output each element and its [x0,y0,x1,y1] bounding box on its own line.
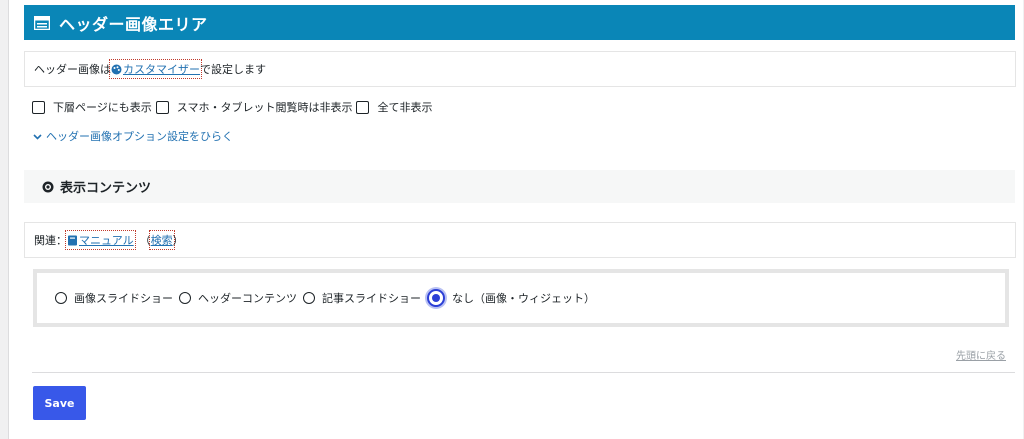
display-options: 下層ページにも表示 スマホ・タブレット閲覧時は非表示 全て非表示 [32,99,436,115]
content-section-header: 表示コンテンツ [24,170,1015,203]
book-icon [68,235,77,245]
related-prefix: 関連： [34,234,67,247]
info-suffix: で設定します [200,63,266,76]
radio-none[interactable]: なし（画像・ウィジェット） [427,289,595,307]
customizer-link[interactable]: カスタマイザー [109,59,202,79]
radio-label: なし（画像・ウィジェット） [452,292,595,305]
content-type-radio-group: 画像スライドショー ヘッダーコンテンツ 記事スライドショー なし（画像・ウィジェ… [33,269,1009,327]
info-prefix: ヘッダー画像は [34,63,111,76]
related-links: 関連： マニュアル （ 検索 ） [24,222,1016,258]
checkbox-hide-all[interactable]: 全て非表示 [356,99,432,115]
palette-icon [111,64,122,74]
checkbox-show-subpages[interactable]: 下層ページにも表示 [32,99,152,115]
save-button[interactable]: Save [33,386,86,420]
radio-button-selected[interactable] [427,289,445,307]
radio-article-slideshow[interactable]: 記事スライドショー [303,290,421,306]
checkbox-label: 全て非表示 [377,101,433,114]
manual-link[interactable]: マニュアル [65,230,136,250]
customizer-info: ヘッダー画像は カスタマイザー で設定します [24,51,1016,87]
radio-label: 画像スライドショー [74,292,173,305]
checkbox-label: スマホ・タブレット閲覧時は非表示 [176,101,353,114]
paren-close: ） [172,234,184,247]
search-link[interactable]: 検索 [148,230,175,250]
divider [32,372,1015,373]
checkbox-box[interactable] [155,100,169,114]
checkbox-label: 下層ページにも表示 [53,101,152,114]
search-link-label: 検索 [150,234,173,247]
settings-panel: ヘッダー画像エリア ヘッダー画像は カスタマイザー で設定します 下層ページにも… [8,0,1023,439]
eye-icon [42,181,54,192]
manual-link-label: マニュアル [79,234,134,247]
radio-button[interactable] [303,292,315,304]
checkbox-hide-mobile[interactable]: スマホ・タブレット閲覧時は非表示 [155,99,353,115]
radio-header-content[interactable]: ヘッダーコンテンツ [179,290,297,306]
expand-options-link[interactable]: ヘッダー画像オプション設定をひらく [33,128,233,144]
customizer-link-label: カスタマイザー [123,63,200,76]
chevron-down-icon [33,133,42,140]
expand-options-label: ヘッダー画像オプション設定をひらく [46,130,233,143]
radio-button[interactable] [55,292,67,304]
radio-image-slideshow[interactable]: 画像スライドショー [55,290,173,306]
back-to-top-link[interactable]: 先頭に戻る [956,347,1006,362]
content-section-title: 表示コンテンツ [60,181,152,196]
window-icon [34,15,50,30]
section-title: ヘッダー画像エリア [59,14,208,34]
radio-label: ヘッダーコンテンツ [198,292,297,305]
paren-open: （ [139,234,151,247]
checkbox-box[interactable] [356,100,370,114]
radio-button[interactable] [179,292,191,304]
section-header: ヘッダー画像エリア [24,5,1015,40]
radio-label: 記事スライドショー [322,292,421,305]
checkbox-box[interactable] [32,100,45,114]
